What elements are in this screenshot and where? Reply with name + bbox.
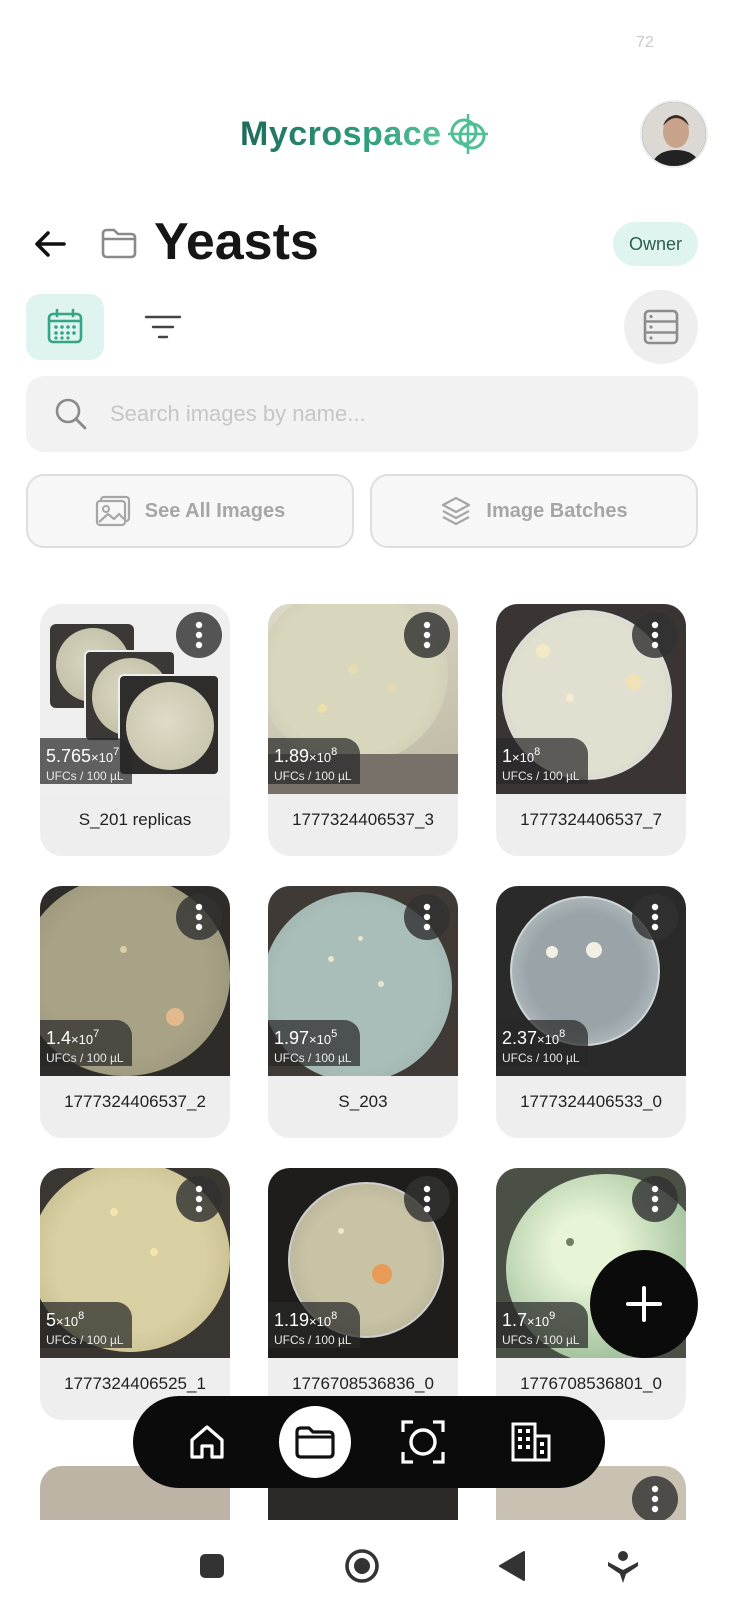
screen: 72 Mycrospace Yeasts Owner Search images… xyxy=(0,0,738,1600)
see-all-images-button[interactable]: See All Images xyxy=(26,474,354,548)
title-row: Yeasts Owner xyxy=(30,212,698,276)
card-name: 1776708536801_0 xyxy=(520,1374,662,1393)
nav-scan[interactable] xyxy=(387,1406,459,1478)
card-name: 1777324406533_0 xyxy=(520,1092,662,1111)
image-card[interactable]: 1.97×105 UFCs / 100 µL S_203 xyxy=(268,886,458,1138)
image-card[interactable]: 5.765×107 UFCs / 100 µL S_201 replicas xyxy=(40,604,230,856)
count-unit: UFCs / 100 µL xyxy=(46,769,124,783)
count-badge: 1×108 UFCs / 100 µL xyxy=(496,738,588,784)
more-vertical-icon[interactable] xyxy=(176,1176,222,1222)
more-vertical-icon[interactable] xyxy=(404,1176,450,1222)
avatar-portrait xyxy=(642,102,706,166)
count-unit: UFCs / 100 µL xyxy=(46,1333,124,1347)
count-badge: 1.7×109 UFCs / 100 µL xyxy=(496,1302,588,1348)
toolbar xyxy=(26,290,698,364)
home-icon xyxy=(190,1425,224,1459)
card-name: 1777324406537_2 xyxy=(64,1092,206,1111)
image-card[interactable]: 5×108 UFCs / 100 µL 1777324406525_1 xyxy=(40,1168,230,1420)
recents-square-icon[interactable] xyxy=(198,1552,226,1580)
image-card[interactable]: 1.4×107 UFCs / 100 µL 1777324406537_2 xyxy=(40,886,230,1138)
filter-button[interactable] xyxy=(144,308,182,346)
count-value: 1.4×107 xyxy=(46,1028,100,1048)
count-value: 2.37×108 xyxy=(502,1028,566,1048)
count-badge: 5×108 UFCs / 100 µL xyxy=(40,1302,132,1348)
scan-icon xyxy=(401,1420,445,1464)
count-badge: 1.4×107 UFCs / 100 µL xyxy=(40,1020,132,1066)
count-value: 1.19×108 xyxy=(274,1310,338,1330)
search-bar xyxy=(26,376,698,452)
status-number: 72 xyxy=(636,34,654,51)
brand-name: Mycrospace xyxy=(240,114,442,153)
image-card[interactable]: 1.19×108 UFCs / 100 µL 1776708536836_0 xyxy=(268,1168,458,1420)
search-input[interactable] xyxy=(110,401,610,427)
plus-icon xyxy=(626,1286,662,1322)
layers-icon xyxy=(442,496,471,526)
more-vertical-icon[interactable] xyxy=(404,612,450,658)
more-vertical-icon[interactable] xyxy=(176,894,222,940)
count-badge: 1.19×108 UFCs / 100 µL xyxy=(268,1302,360,1348)
building-icon xyxy=(511,1422,551,1462)
search-icon xyxy=(55,398,87,430)
more-vertical-icon[interactable] xyxy=(404,894,450,940)
count-unit: UFCs / 100 µL xyxy=(502,1333,580,1347)
count-unit: UFCs / 100 µL xyxy=(274,1333,352,1347)
folder-icon xyxy=(101,228,137,259)
count-unit: UFCs / 100 µL xyxy=(274,769,352,783)
card-name: S_203 xyxy=(338,1092,388,1111)
image-card[interactable]: 1.89×108 UFCs / 100 µL 1777324406537_3 xyxy=(268,604,458,856)
accessibility-icon[interactable] xyxy=(606,1550,640,1584)
card-name: 1777324406537_3 xyxy=(292,810,434,829)
card-name: 1776708536836_0 xyxy=(292,1374,434,1393)
list-view-button[interactable] xyxy=(624,290,698,364)
home-circle-icon[interactable] xyxy=(344,1548,380,1584)
folder-icon xyxy=(295,1426,335,1459)
count-badge: 1.97×105 UFCs / 100 µL xyxy=(268,1020,360,1066)
nav-home[interactable] xyxy=(171,1406,243,1478)
see-all-images-label: See All Images xyxy=(144,499,286,522)
user-avatar[interactable] xyxy=(640,100,708,168)
count-value: 1.7×109 xyxy=(502,1310,556,1330)
brand-logo: Mycrospace xyxy=(240,112,490,156)
count-badge: 2.37×108 UFCs / 100 µL xyxy=(496,1020,588,1066)
image-icon xyxy=(95,495,130,527)
role-badge: Owner xyxy=(612,222,698,266)
filter-icon xyxy=(144,315,182,339)
count-unit: UFCs / 100 µL xyxy=(274,1051,352,1065)
count-unit: UFCs / 100 µL xyxy=(502,1051,580,1065)
list-view-icon xyxy=(643,309,679,345)
count-unit: UFCs / 100 µL xyxy=(502,769,580,783)
image-batches-button[interactable]: Image Batches xyxy=(370,474,698,548)
count-value: 5×108 xyxy=(46,1310,85,1330)
count-value: 1.89×108 xyxy=(274,746,338,766)
card-name: 1777324406537_7 xyxy=(520,810,662,829)
count-unit: UFCs / 100 µL xyxy=(46,1051,124,1065)
image-card[interactable]: 1×108 UFCs / 100 µL 1777324406537_7 xyxy=(496,604,686,856)
crosshair-logo-icon xyxy=(447,114,488,154)
image-batches-label: Image Batches xyxy=(486,499,628,522)
card-name: S_201 replicas xyxy=(78,810,192,829)
page-title: Yeasts xyxy=(154,213,319,271)
count-value: 1.97×105 xyxy=(274,1028,338,1048)
count-badge: 1.89×108 UFCs / 100 µL xyxy=(268,738,360,784)
system-nav-bar xyxy=(0,1520,738,1600)
more-vertical-icon[interactable] xyxy=(632,894,678,940)
calendar-icon xyxy=(47,308,83,344)
more-vertical-icon[interactable] xyxy=(632,1176,678,1222)
add-button[interactable] xyxy=(590,1250,698,1358)
more-vertical-icon[interactable] xyxy=(632,612,678,658)
nav-organization[interactable] xyxy=(495,1406,567,1478)
count-value: 1×108 xyxy=(502,746,541,766)
bottom-nav xyxy=(133,1396,605,1488)
more-vertical-icon[interactable] xyxy=(176,612,222,658)
back-triangle-icon[interactable] xyxy=(498,1550,526,1582)
view-switcher: See All Images Image Batches xyxy=(26,474,698,548)
image-card[interactable]: 2.37×108 UFCs / 100 µL 1777324406533_0 xyxy=(496,886,686,1138)
count-badge: 5.765×107 UFCs / 100 µL xyxy=(40,738,132,784)
count-value: 5.765×107 xyxy=(46,746,120,766)
arrow-left-icon[interactable] xyxy=(30,224,70,264)
card-name: 1777324406525_1 xyxy=(64,1374,206,1393)
more-vertical-icon[interactable] xyxy=(632,1476,678,1522)
calendar-button[interactable] xyxy=(26,294,104,360)
nav-folders[interactable] xyxy=(279,1406,351,1478)
